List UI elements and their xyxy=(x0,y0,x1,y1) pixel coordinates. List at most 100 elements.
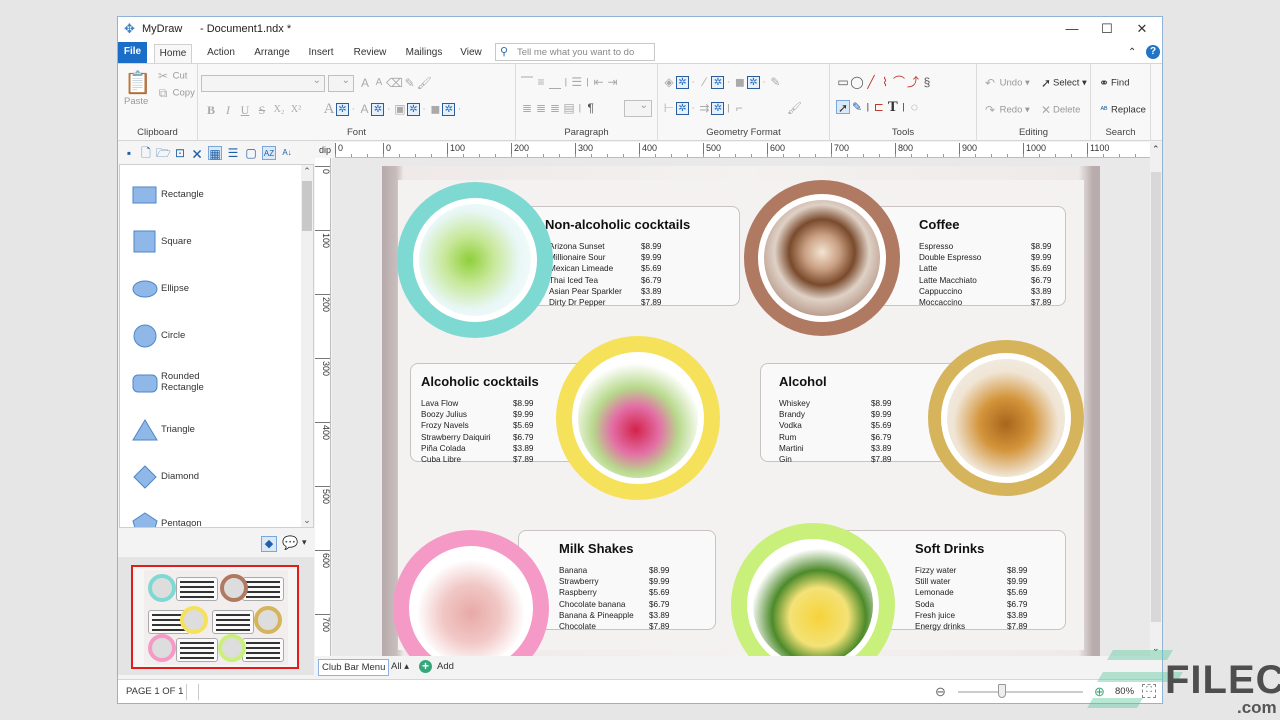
tab-review[interactable]: Review xyxy=(348,44,392,63)
geometry-eyedropper-icon[interactable]: ✎ xyxy=(768,75,782,89)
align-left-icon[interactable]: ≣ xyxy=(520,101,534,115)
redo-button[interactable]: ↷ Redo ▾ xyxy=(983,103,1030,117)
strikethrough-button[interactable]: S xyxy=(255,103,269,117)
help-icon[interactable]: ? xyxy=(1146,45,1160,59)
align-top-icon[interactable]: ⎺ xyxy=(520,75,534,89)
tab-arrange[interactable]: Arrange xyxy=(248,44,296,63)
line-tool-icon[interactable]: ╱ xyxy=(864,75,878,89)
shape-item-triangle[interactable]: Triangle xyxy=(132,418,302,448)
pen-tool-icon[interactable]: ✎ xyxy=(850,100,864,114)
drink-image-ring[interactable] xyxy=(556,336,720,500)
subscript-button[interactable]: X₂ xyxy=(272,103,286,117)
shadow-icon[interactable]: ◼ xyxy=(733,75,747,89)
begin-gear-icon[interactable]: ✲ xyxy=(676,101,689,115)
tell-me-search[interactable]: ⚲ Tell me what you want to do xyxy=(495,43,655,61)
line-icon[interactable]: ⁄ xyxy=(697,75,711,89)
pointer-tool-icon[interactable]: ➚ xyxy=(836,100,850,115)
shape-item-ellipse[interactable]: Ellipse xyxy=(132,277,302,307)
italic-button[interactable]: I xyxy=(221,103,235,117)
zoom-slider-track[interactable] xyxy=(958,691,1083,693)
font-color-icon[interactable]: A xyxy=(322,102,336,117)
justify-icon[interactable]: ▤ xyxy=(562,101,576,115)
shapes-panel-scrollbar[interactable]: ⌃ ⌄ xyxy=(301,165,313,527)
freehand-tool-icon[interactable]: § xyxy=(920,75,934,89)
shadow-gear-icon[interactable]: ✲ xyxy=(746,75,760,89)
icon-view-icon[interactable]: ▢ xyxy=(244,146,258,160)
shape-item-rounded-rectangle[interactable]: Rounded Rectangle xyxy=(132,371,302,401)
drink-image-ring[interactable] xyxy=(744,180,900,336)
close-library-icon[interactable]: 🗙 xyxy=(190,146,204,160)
connector-tool-icon[interactable]: ⊏ xyxy=(872,100,886,114)
scroll-down-icon[interactable]: ⌄ xyxy=(301,515,313,526)
align-right-icon[interactable]: ≣ xyxy=(548,101,562,115)
rectangle-tool-icon[interactable]: ▭ xyxy=(836,75,850,89)
add-page-icon[interactable]: + xyxy=(419,660,432,673)
shapes-view-icon[interactable]: ◆ xyxy=(261,536,277,552)
pilcrow-icon[interactable]: ¶ xyxy=(584,101,598,115)
tab-insert[interactable]: Insert xyxy=(303,44,339,63)
bullets-icon[interactable]: ☰ xyxy=(570,75,584,89)
copy-button[interactable]: ⧉ Copy xyxy=(156,86,195,100)
delete-button[interactable]: ✕ Delete xyxy=(1039,103,1081,117)
ellipse-tool-icon[interactable]: ◯ xyxy=(850,75,864,89)
drink-image-ring[interactable] xyxy=(397,182,553,338)
line-end-icon[interactable]: ⇉ xyxy=(697,101,711,115)
tab-home[interactable]: Home xyxy=(154,44,192,63)
cut-button[interactable]: ✂ Cut xyxy=(156,69,187,83)
text-tool-icon[interactable]: T xyxy=(886,100,900,115)
drink-image-ring[interactable] xyxy=(928,340,1084,496)
add-page-button[interactable]: Add xyxy=(437,661,454,672)
shape-item-square[interactable]: Square xyxy=(132,230,302,260)
line-gear-icon[interactable]: ✲ xyxy=(711,75,725,89)
text-shadow-icon[interactable]: ◼ xyxy=(428,102,442,116)
shape-item-diamond[interactable]: Diamond xyxy=(132,465,302,495)
text-outline-icon[interactable]: A xyxy=(357,102,371,116)
shape-item-circle[interactable]: Circle xyxy=(132,324,302,354)
polyline-tool-icon[interactable]: ⌇ xyxy=(878,75,892,89)
highlight-gear-icon[interactable]: ✲ xyxy=(406,102,420,116)
sort-az-icon[interactable]: AZ xyxy=(262,146,276,160)
tab-action[interactable]: Action xyxy=(201,44,241,63)
decrease-indent-icon[interactable]: ⇤ xyxy=(592,75,606,89)
collapse-ribbon-icon[interactable]: ⌃ xyxy=(1128,47,1136,58)
bold-button[interactable]: B xyxy=(204,103,218,117)
find-button[interactable]: ⚭ Find xyxy=(1097,76,1130,90)
underline-button[interactable]: U xyxy=(238,103,252,117)
save-icon[interactable]: ▪ xyxy=(122,146,136,160)
align-middle-icon[interactable]: ≡ xyxy=(534,75,548,89)
clear-format-icon[interactable]: ⌫ xyxy=(386,76,403,90)
minimize-button[interactable]: — xyxy=(1054,19,1090,39)
lasso-tool-icon[interactable]: ◌ xyxy=(908,100,922,114)
save-library-icon[interactable]: ⊡ xyxy=(173,146,187,160)
eyedropper-icon[interactable]: ✎ xyxy=(403,76,417,90)
replace-button[interactable]: ᴬᴮ Replace xyxy=(1097,103,1146,117)
scrollbar-thumb[interactable] xyxy=(302,181,312,231)
align-bottom-icon[interactable]: ⎽ xyxy=(548,75,562,89)
scroll-up-icon[interactable]: ⌃ xyxy=(301,166,313,177)
sort-descending-icon[interactable]: A↓ xyxy=(280,146,294,160)
maximize-button[interactable]: ☐ xyxy=(1089,19,1125,39)
format-painter-icon[interactable]: 🖌 xyxy=(417,76,432,90)
tab-mailings[interactable]: Mailings xyxy=(400,44,448,63)
fill-gear-icon[interactable]: ✲ xyxy=(676,75,689,89)
text-highlight-icon[interactable]: ▣ xyxy=(393,102,407,116)
font-size-select[interactable] xyxy=(328,75,354,92)
close-button[interactable]: ✕ xyxy=(1124,19,1160,39)
zoom-in-icon[interactable]: ⊕ xyxy=(1094,684,1105,700)
canvas-scroll-down-icon[interactable]: ⌄ xyxy=(1152,643,1160,654)
page-tab-club-bar-menu[interactable]: Club Bar Menu xyxy=(318,659,390,676)
paragraph-spacing-select[interactable] xyxy=(624,100,652,117)
new-library-icon[interactable]: 🗋 xyxy=(139,146,153,160)
shrink-font-icon[interactable]: A xyxy=(372,76,386,90)
fit-to-window-icon[interactable]: ⛶ xyxy=(1142,684,1156,698)
canvas-scroll-up-icon[interactable]: ⌃ xyxy=(1152,144,1160,155)
end-gear-icon[interactable]: ✲ xyxy=(711,101,725,115)
list-view-icon[interactable]: ☰ xyxy=(226,146,240,160)
line-begin-icon[interactable]: ⊢ xyxy=(662,101,676,115)
arc-tool-icon[interactable]: ⌒ xyxy=(892,75,906,89)
select-button[interactable]: ➚ Select ▾ xyxy=(1039,76,1087,90)
zoom-out-icon[interactable]: ⊖ xyxy=(935,684,946,700)
canvas-vertical-scrollbar[interactable]: ⌃ ⌄ xyxy=(1150,142,1162,656)
all-pages-dropdown[interactable]: All ▴ xyxy=(391,661,409,672)
canvas-scrollbar-thumb[interactable] xyxy=(1151,172,1161,622)
